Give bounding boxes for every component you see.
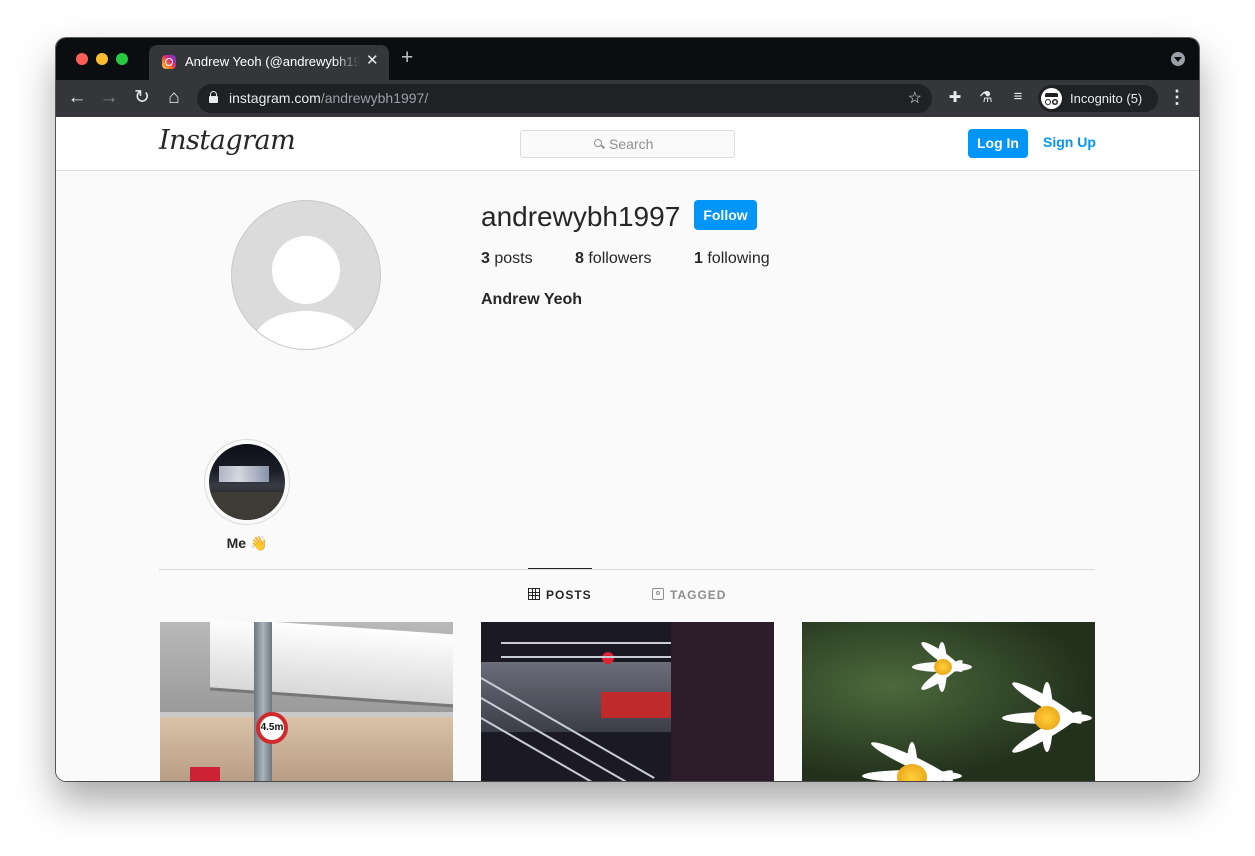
incognito-label: Incognito (5) [1070, 91, 1143, 106]
incognito-indicator[interactable]: Incognito (5) [1038, 85, 1158, 112]
reload-icon[interactable]: ↻ [130, 86, 154, 110]
address-bar[interactable]: instagram.com/andrewybh1997/ ☆ [197, 84, 932, 113]
follow-button[interactable]: Follow [694, 200, 757, 230]
followers-label: followers [588, 250, 652, 267]
instagram-page: Instagram Search Log In Sign Up andrewyb… [56, 117, 1199, 781]
stat-following[interactable]: 1 following [694, 250, 770, 268]
extensions-puzzle-icon[interactable]: ✚ [945, 88, 965, 106]
tab-tagged[interactable]: TAGGED [652, 588, 726, 602]
post-thumbnail[interactable]: 4.5m [160, 622, 453, 781]
post-image-pole [254, 622, 272, 781]
forward-arrow-icon[interactable]: → [97, 86, 121, 110]
profile-username: andrewybh1997 [481, 201, 681, 232]
close-window-button[interactable] [76, 53, 88, 65]
tab-strip: Andrew Yeoh (@andrewybh1997) ✕ + [56, 38, 1199, 80]
minimize-window-button[interactable] [96, 53, 108, 65]
instagram-logo[interactable]: Instagram [159, 125, 296, 156]
daisy-flower [912, 638, 972, 694]
browser-menu-icon[interactable]: ⋮ [1168, 87, 1186, 108]
tab-posts-label: POSTS [546, 588, 592, 602]
tab-search-icon[interactable] [1171, 52, 1185, 66]
tab-tagged-label: TAGGED [670, 588, 727, 602]
grid-icon [528, 588, 540, 600]
post-image-lamp [602, 652, 614, 664]
posts-label: posts [494, 250, 533, 267]
daisy-flower [1002, 677, 1092, 758]
profile-avatar [231, 200, 381, 350]
maximize-window-button[interactable] [116, 53, 128, 65]
post-image-railing [501, 656, 671, 658]
browser-toolbar: ← → ↻ ⌂ instagram.com/andrewybh1997/ ☆ ✚… [56, 80, 1199, 117]
browser-window: Andrew Yeoh (@andrewybh1997) ✕ + ← → ↻ ⌂… [56, 38, 1199, 781]
signup-link[interactable]: Sign Up [1043, 134, 1096, 150]
highlight-cover-image [209, 444, 285, 520]
story-highlight[interactable] [204, 439, 290, 525]
tab-posts[interactable]: POSTS [528, 588, 592, 602]
lock-icon[interactable] [209, 91, 218, 103]
tabs-divider [159, 569, 1095, 570]
incognito-avatar-icon [1041, 88, 1062, 109]
url-path: /andrewybh1997/ [320, 90, 429, 106]
browser-tab-active[interactable]: Andrew Yeoh (@andrewybh1997) ✕ [149, 45, 389, 80]
avatar-placeholder-body [254, 311, 358, 349]
following-count: 1 [694, 250, 703, 267]
post-thumbnail[interactable] [481, 622, 774, 781]
post-image-railing [501, 642, 671, 644]
bookmark-star-icon[interactable]: ☆ [908, 88, 922, 108]
labs-flask-icon[interactable]: ⚗ [976, 88, 996, 106]
post-image-wall [671, 622, 774, 781]
stat-posts: 3 posts [481, 250, 533, 268]
tagged-icon [652, 588, 664, 600]
tab-close-icon[interactable]: ✕ [366, 51, 379, 69]
following-label: following [707, 250, 770, 267]
url-text[interactable]: instagram.com/andrewybh1997/ [229, 90, 428, 106]
posts-count: 3 [481, 250, 490, 267]
search-input[interactable]: Search [520, 130, 735, 158]
followers-count: 8 [575, 250, 584, 267]
tab-title: Andrew Yeoh (@andrewybh1997) [185, 54, 360, 69]
post-image-banner [601, 692, 671, 718]
stat-followers[interactable]: 8 followers [575, 250, 652, 268]
avatar-placeholder-head [272, 236, 340, 304]
login-button[interactable]: Log In [968, 129, 1028, 158]
highlight-label[interactable]: Me 👋 [204, 535, 290, 552]
url-host: instagram.com [229, 90, 321, 106]
search-placeholder: Search [609, 136, 654, 152]
post-image-detail [190, 767, 220, 781]
profile-full-name: Andrew Yeoh [481, 291, 583, 308]
active-tab-indicator [528, 568, 592, 569]
ig-header: Instagram Search Log In Sign Up [56, 117, 1199, 171]
height-limit-sign: 4.5m [256, 712, 288, 744]
post-thumbnail[interactable] [802, 622, 1095, 781]
search-icon [594, 139, 602, 147]
back-arrow-icon[interactable]: ← [65, 86, 89, 110]
media-control-icon[interactable]: ≡ [1008, 88, 1028, 105]
home-icon[interactable]: ⌂ [162, 86, 186, 110]
new-tab-button[interactable]: + [401, 47, 413, 69]
instagram-favicon-icon [162, 55, 176, 69]
